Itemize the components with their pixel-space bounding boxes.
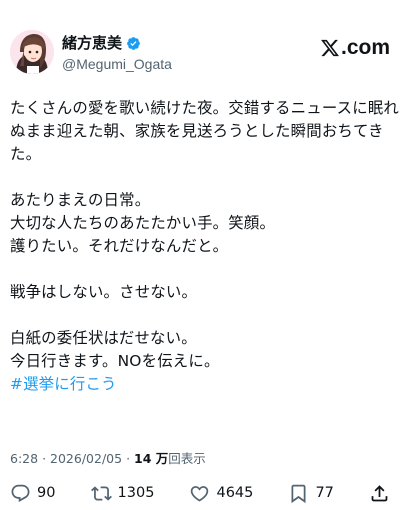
- meta-separator: ·: [42, 451, 47, 466]
- views-count: 14 万: [134, 451, 169, 466]
- author-handle[interactable]: @Megumi_Ogata: [62, 55, 172, 73]
- x-logo: .com: [320, 36, 390, 60]
- post-line: あたりまえの日常。: [10, 191, 151, 209]
- views-label: 回表示: [168, 451, 206, 466]
- post-line: 護りたい。それだけなんだと。: [10, 237, 229, 255]
- hashtag-link[interactable]: #選挙に行こう: [10, 373, 390, 396]
- post-line: たくさんの愛を歌い続けた夜。交錯するニュースに眠れ: [10, 99, 399, 117]
- post-body: たくさんの愛を歌い続けた夜。交錯するニュースに眠れ ぬまま迎えた朝、家族を見送ろ…: [10, 97, 399, 396]
- reply-button[interactable]: 90: [10, 483, 55, 504]
- share-button[interactable]: [369, 483, 390, 504]
- x-logo-icon: [321, 39, 340, 57]
- post-header: 緒方恵美 @Megumi_Ogata .com: [10, 30, 390, 78]
- post-line: 戦争はしない。させない。: [10, 283, 198, 301]
- post-line: 大切な人たちのあたたかい手。笑顔。: [10, 214, 276, 232]
- post-time[interactable]: 6:28: [10, 451, 38, 466]
- action-bar: 90 1305 4645 77: [10, 482, 390, 504]
- reply-count: 90: [37, 485, 56, 501]
- repost-icon: [90, 485, 112, 501]
- verified-badge-icon: [127, 37, 140, 50]
- avatar[interactable]: [10, 30, 54, 74]
- author-display-name[interactable]: 緒方恵美: [62, 34, 122, 53]
- repost-count: 1305: [117, 485, 155, 501]
- author-name-row[interactable]: 緒方恵美: [62, 34, 172, 53]
- meta-separator: ·: [126, 451, 131, 466]
- x-logo-text: .com: [340, 36, 390, 59]
- like-button[interactable]: 4645: [189, 483, 253, 504]
- bookmark-count: 77: [315, 485, 334, 501]
- bookmark-button[interactable]: 77: [288, 483, 334, 504]
- post-line: た。: [10, 145, 42, 163]
- post-date[interactable]: 2026/02/05: [50, 451, 122, 466]
- reply-icon: [11, 484, 30, 502]
- post-line: 白紙の委任状はだせない。: [10, 329, 197, 347]
- post-line: 今日行きます。NOを伝えに。: [10, 352, 220, 370]
- repost-button[interactable]: 1305: [90, 483, 155, 504]
- post-metadata: 6:28 · 2026/02/05 · 14 万回表示: [10, 448, 206, 467]
- bookmark-icon: [291, 484, 306, 503]
- like-count: 4645: [216, 485, 254, 501]
- share-icon: [371, 484, 388, 501]
- heart-icon: [191, 485, 209, 502]
- post-line: ぬまま迎えた朝、家族を見送ろうとした瞬間おちてき: [10, 122, 384, 140]
